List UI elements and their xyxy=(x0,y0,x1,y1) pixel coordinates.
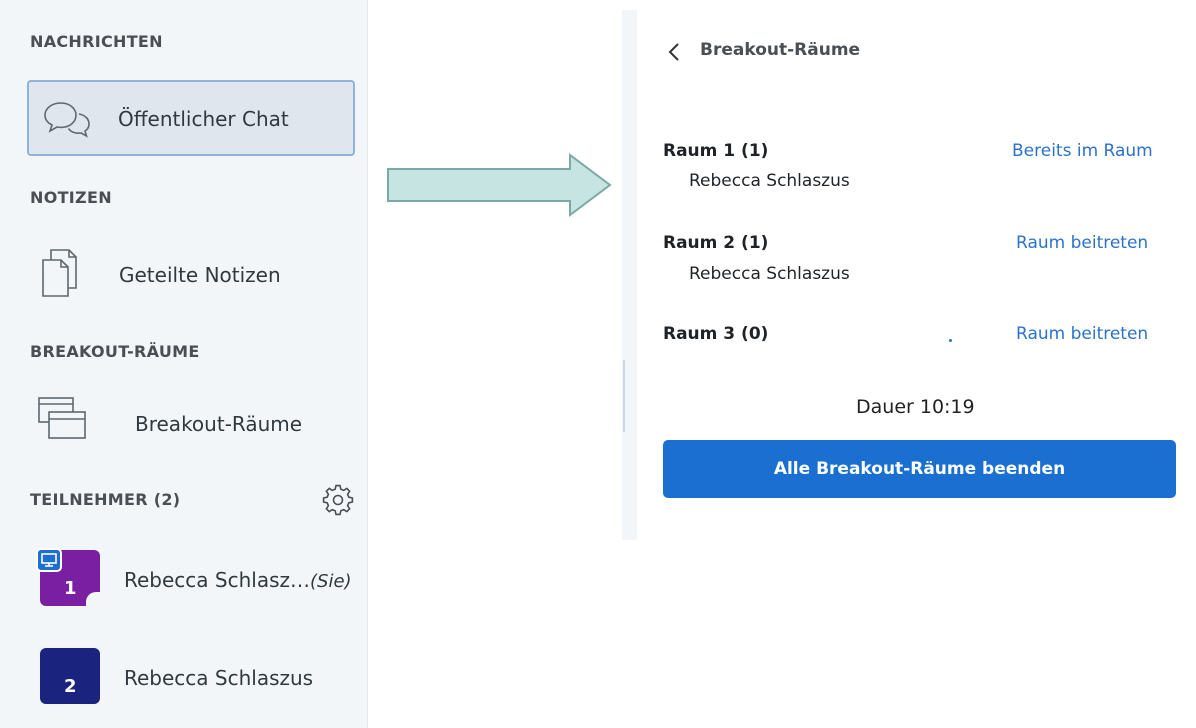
avatar-number: 2 xyxy=(64,676,77,697)
avatar: 2 xyxy=(40,648,100,704)
notes-section-title: NOTIZEN xyxy=(30,188,112,207)
room-name: Raum 3 (0) xyxy=(663,324,769,344)
room-name: Raum 1 (1) xyxy=(663,141,769,161)
avatar-number: 1 xyxy=(64,578,77,599)
avatar-notch xyxy=(86,592,102,608)
presenter-icon xyxy=(36,548,62,572)
breakout-rooms-label: Breakout-Räume xyxy=(135,412,303,436)
back-chevron-icon xyxy=(668,43,679,61)
participant-name: Rebecca Schlasz…(Sie) xyxy=(124,568,352,592)
end-all-breakout-rooms-button[interactable]: Alle Breakout-Räume beenden xyxy=(663,440,1176,498)
sidebar: NACHRICHTEN Öffentlicher Chat NOTIZEN Ge… xyxy=(0,0,368,728)
room-member: Rebecca Schlaszus xyxy=(689,264,850,284)
public-chat-item[interactable]: Öffentlicher Chat xyxy=(27,80,355,156)
room-member: Rebecca Schlaszus xyxy=(689,171,850,191)
back-label: Breakout-Räume xyxy=(700,40,861,60)
shared-notes-label: Geteilte Notizen xyxy=(119,263,281,287)
back-button[interactable]: Breakout-Räume xyxy=(664,36,874,68)
join-room-button[interactable]: Raum beitreten xyxy=(1016,233,1148,253)
room-status-link[interactable]: Bereits im Raum xyxy=(1012,141,1153,161)
breakout-rooms-item[interactable]: Breakout-Räume xyxy=(27,390,355,464)
participant-row[interactable]: 2 Rebecca Schlaszus xyxy=(30,640,365,712)
chat-icon xyxy=(44,102,90,138)
participant-self-suffix: (Sie) xyxy=(310,571,352,592)
breakout-icon xyxy=(38,397,86,439)
arrow-icon xyxy=(387,153,612,217)
messages-section-title: NACHRICHTEN xyxy=(30,32,163,51)
notes-icon xyxy=(42,249,77,297)
panel-divider xyxy=(622,10,637,540)
duration-label: Dauer 10:19 xyxy=(856,396,975,418)
participant-row[interactable]: 1 Rebecca Schlasz…(Sie) xyxy=(30,542,365,614)
public-chat-label: Öffentlicher Chat xyxy=(118,107,289,131)
dot-mark xyxy=(949,339,952,342)
shared-notes-item[interactable]: Geteilte Notizen xyxy=(27,236,355,310)
room-name: Raum 2 (1) xyxy=(663,233,769,253)
gear-icon[interactable] xyxy=(322,484,354,516)
breakout-section-title: BREAKOUT-RÄUME xyxy=(30,342,200,361)
panel-resize-handle[interactable] xyxy=(623,360,625,432)
participants-section-title: TEILNEHMER (2) xyxy=(30,490,181,509)
join-room-button[interactable]: Raum beitreten xyxy=(1016,324,1148,344)
participant-name: Rebecca Schlaszus xyxy=(124,666,314,690)
